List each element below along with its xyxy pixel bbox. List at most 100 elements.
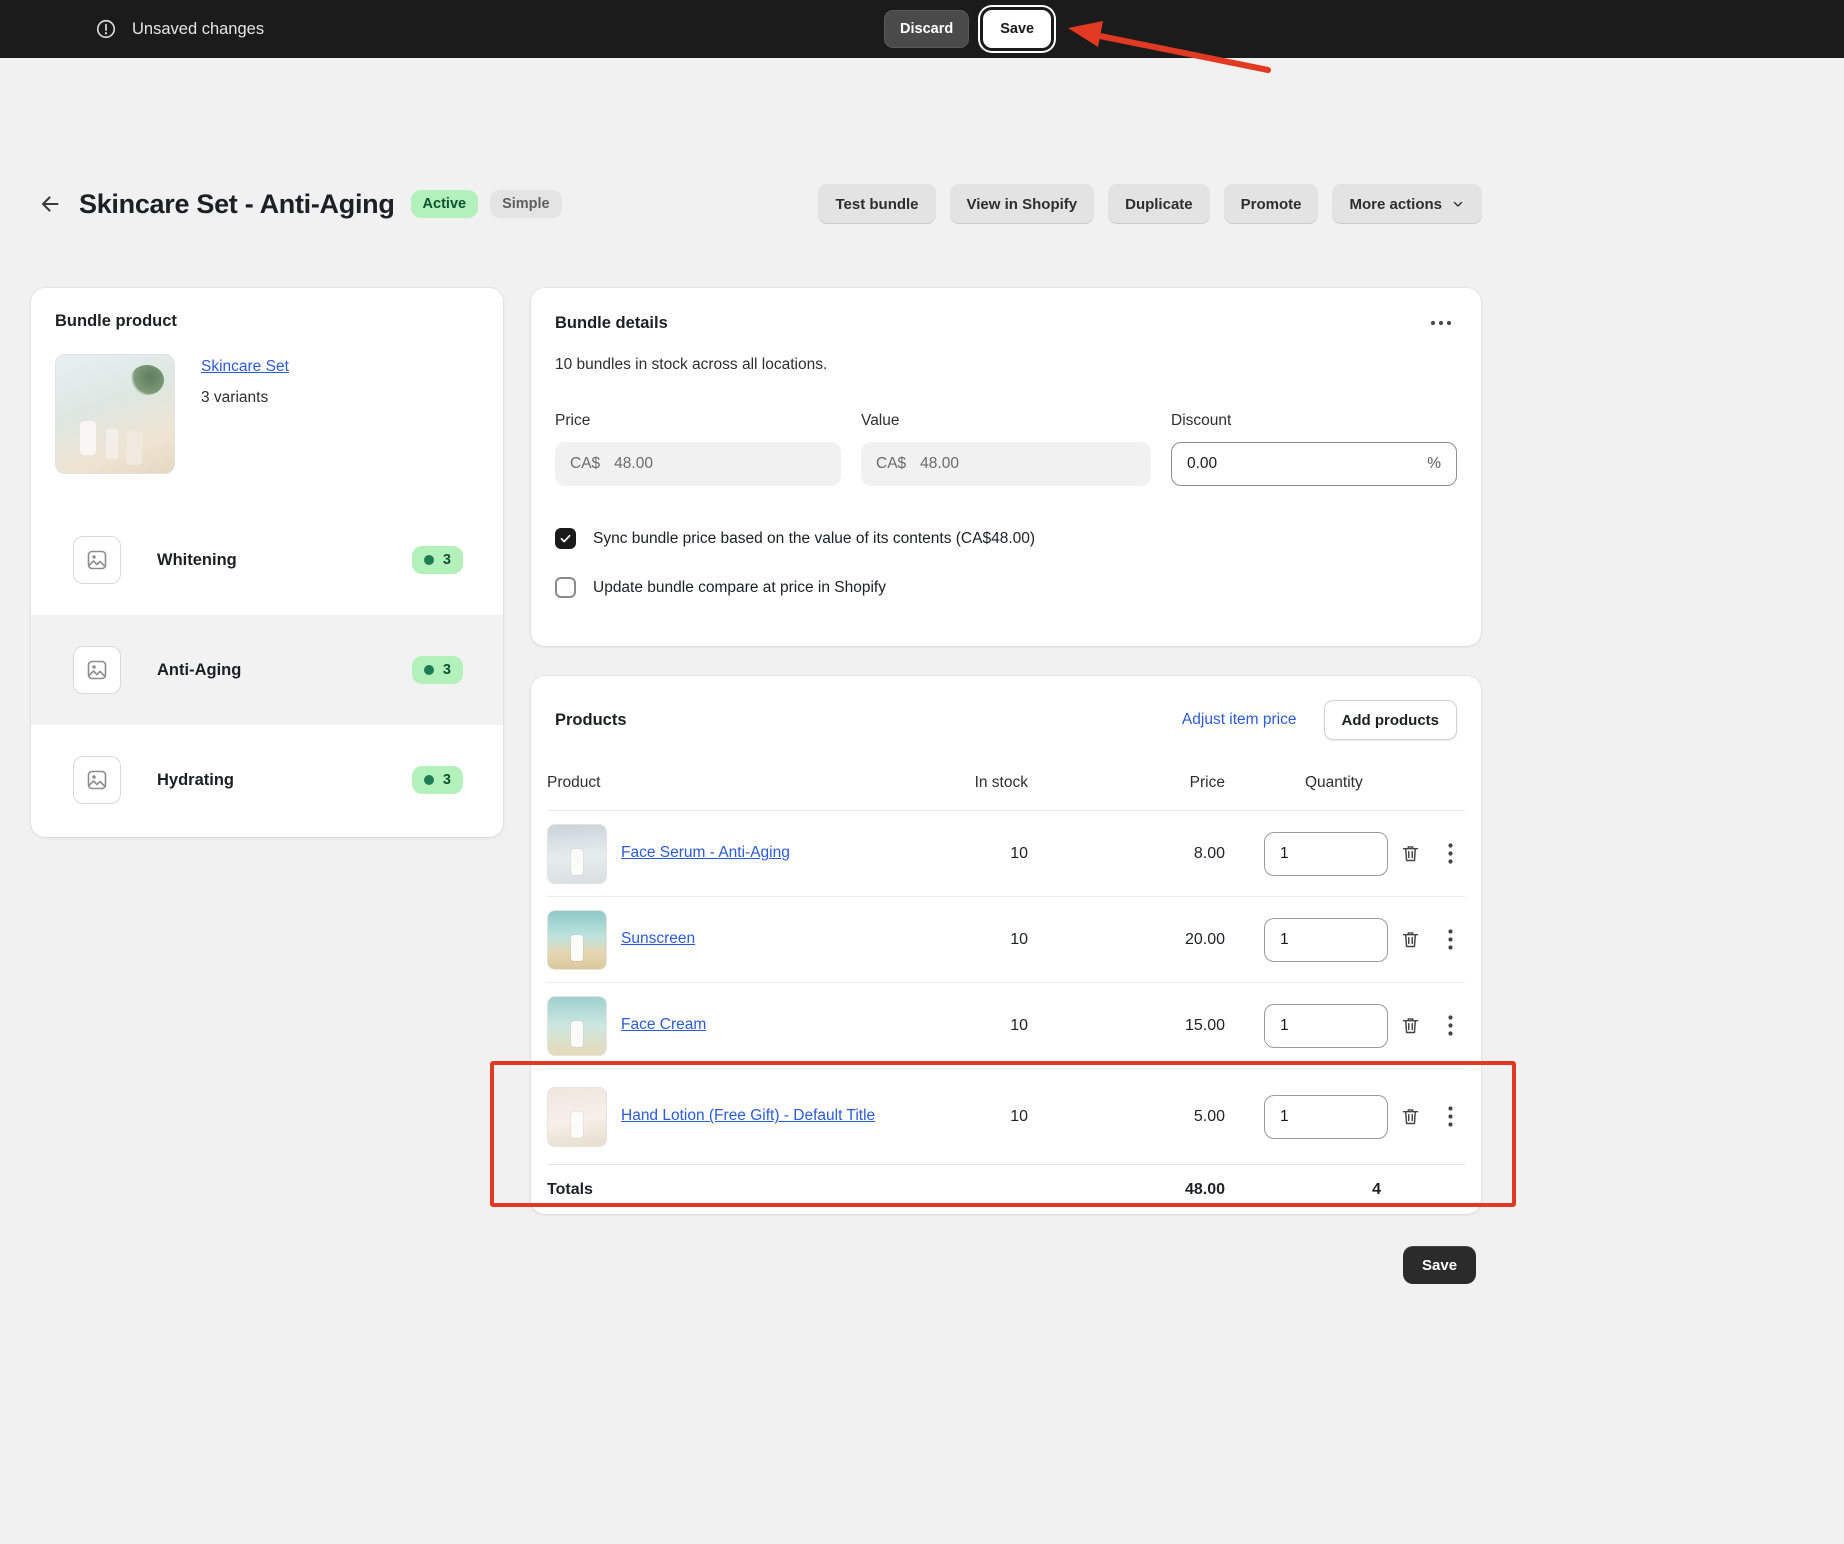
product-thumbnail — [547, 1086, 607, 1147]
variant-count-badge: 3 — [411, 766, 463, 794]
products-title: Products — [555, 710, 627, 729]
in-stock-value: 10 — [1010, 930, 1028, 948]
bundle-product-summary: Skincare Set 3 variants — [31, 354, 503, 474]
table-row: Face Serum - Anti-Aging 10 8.00 — [547, 810, 1465, 896]
price-value: 5.00 — [1193, 1107, 1225, 1125]
variant-count: 3 — [442, 552, 451, 568]
sync-price-checkbox[interactable] — [555, 528, 576, 549]
variant-row-hydrating[interactable]: Hydrating 3 — [31, 725, 503, 835]
variant-row-anti-aging[interactable]: Anti-Aging 3 — [31, 615, 503, 725]
quantity-input[interactable] — [1264, 1094, 1388, 1139]
currency-prefix: CA$ — [570, 455, 601, 472]
row-menu-button[interactable] — [1435, 1011, 1465, 1041]
price-value: 8.00 — [1193, 844, 1225, 862]
totals-quantity: 4 — [1372, 1180, 1381, 1198]
delete-row-button[interactable] — [1395, 1102, 1425, 1132]
quantity-input[interactable] — [1264, 917, 1388, 962]
test-bundle-button[interactable]: Test bundle — [818, 184, 936, 224]
currency-prefix: CA$ — [876, 455, 907, 472]
kebab-menu-icon — [1447, 1015, 1453, 1036]
variant-name: Whitening — [157, 550, 237, 569]
in-stock-value: 10 — [1010, 844, 1028, 862]
trash-icon — [1402, 932, 1418, 948]
promote-button[interactable]: Promote — [1223, 184, 1319, 224]
row-menu-button[interactable] — [1435, 839, 1465, 869]
bundle-product-image — [55, 354, 175, 474]
save-button-top[interactable]: Save — [983, 10, 1052, 48]
column-header-product: Product — [547, 774, 601, 791]
delete-row-button[interactable] — [1395, 1011, 1425, 1041]
quantity-input[interactable] — [1264, 1003, 1388, 1048]
row-menu-button[interactable] — [1435, 925, 1465, 955]
kebab-menu-icon — [1447, 843, 1453, 864]
price-value: 15.00 — [1184, 1016, 1225, 1034]
green-dot-icon — [423, 555, 434, 565]
variant-row-whitening[interactable]: Whitening 3 — [31, 505, 503, 615]
product-link[interactable]: Face Cream — [621, 1013, 706, 1037]
bundle-product-title: Bundle product — [55, 312, 177, 330]
table-row-hand-lotion: Hand Lotion (Free Gift) - Default Title … — [547, 1068, 1465, 1164]
price-field: CA$ 48.00 — [555, 442, 841, 486]
status-badge-active: Active — [410, 190, 479, 218]
compare-price-checkbox[interactable] — [555, 577, 576, 598]
price-label: Price — [555, 412, 591, 429]
overflow-menu-button[interactable] — [1425, 312, 1457, 334]
more-actions-label: More actions — [1349, 195, 1442, 213]
product-link[interactable]: Sunscreen — [621, 927, 695, 951]
totals-price: 48.00 — [1184, 1180, 1225, 1198]
products-card: Products Adjust item price Add products … — [531, 676, 1481, 1214]
discount-label: Discount — [1171, 412, 1232, 429]
product-thumbnail — [547, 823, 607, 884]
variant-name: Hydrating — [157, 770, 235, 789]
page-header: Skincare Set - Anti-Aging Active Simple … — [31, 180, 1482, 228]
in-stock-value: 10 — [1010, 1016, 1028, 1034]
save-button-bottom[interactable]: Save — [1403, 1246, 1477, 1284]
bundle-product-link[interactable]: Skincare Set — [201, 358, 289, 376]
green-dot-icon — [423, 775, 434, 785]
back-arrow-icon — [41, 196, 59, 212]
sync-price-row: Sync bundle price based on the value of … — [555, 528, 1457, 549]
table-row: Face Cream 10 15.00 — [547, 982, 1465, 1068]
kebab-menu-icon — [1447, 1106, 1453, 1127]
column-header-quantity: Quantity — [1305, 774, 1363, 791]
trash-icon — [1402, 846, 1418, 862]
product-link[interactable]: Hand Lotion (Free Gift) - Default Title — [621, 1104, 875, 1128]
variant-list: Whitening 3 Anti-Aging 3 Hydrating 3 — [31, 505, 503, 835]
delete-row-button[interactable] — [1395, 925, 1425, 955]
delete-row-button[interactable] — [1395, 839, 1425, 869]
image-placeholder-icon — [73, 756, 121, 804]
table-header-row: Product In stock Price Quantity — [547, 756, 1465, 810]
save-bar-actions: Discard Save — [884, 10, 1052, 48]
unsaved-changes-bar: Unsaved changes Discard Save — [0, 0, 1844, 58]
unsaved-changes-label: Unsaved changes — [132, 19, 265, 38]
product-thumbnail — [547, 909, 607, 970]
variant-count: 3 — [442, 772, 451, 788]
row-menu-button[interactable] — [1435, 1102, 1465, 1132]
value-value: 48.00 — [920, 455, 959, 472]
products-table: Product In stock Price Quantity Face Ser… — [547, 756, 1465, 1214]
column-header-price: Price — [1189, 774, 1225, 791]
more-actions-button[interactable]: More actions — [1332, 184, 1482, 224]
sync-price-label: Sync bundle price based on the value of … — [593, 529, 1036, 547]
table-row: Sunscreen 10 20.00 — [547, 896, 1465, 982]
value-label: Value — [861, 412, 900, 429]
duplicate-button[interactable]: Duplicate — [1108, 184, 1210, 224]
discount-field[interactable]: % — [1171, 442, 1457, 486]
variant-count: 3 — [442, 662, 451, 678]
adjust-item-price-link[interactable]: Adjust item price — [1182, 711, 1297, 729]
add-products-button[interactable]: Add products — [1323, 700, 1457, 740]
column-header-in-stock: In stock — [974, 774, 1028, 791]
discount-input[interactable] — [1187, 455, 1420, 473]
quantity-input[interactable] — [1264, 831, 1388, 876]
page-title: Skincare Set - Anti-Aging — [79, 188, 395, 219]
variants-count-label: 3 variants — [201, 389, 269, 406]
in-stock-value: 10 — [1010, 1107, 1028, 1125]
product-link[interactable]: Face Serum - Anti-Aging — [621, 841, 790, 865]
view-in-shopify-button[interactable]: View in Shopify — [949, 184, 1095, 224]
alert-circle-icon — [96, 19, 116, 39]
totals-label: Totals — [547, 1180, 593, 1198]
back-button[interactable] — [31, 185, 69, 223]
image-placeholder-icon — [73, 536, 121, 584]
check-icon — [560, 534, 571, 543]
discard-button[interactable]: Discard — [884, 10, 970, 48]
